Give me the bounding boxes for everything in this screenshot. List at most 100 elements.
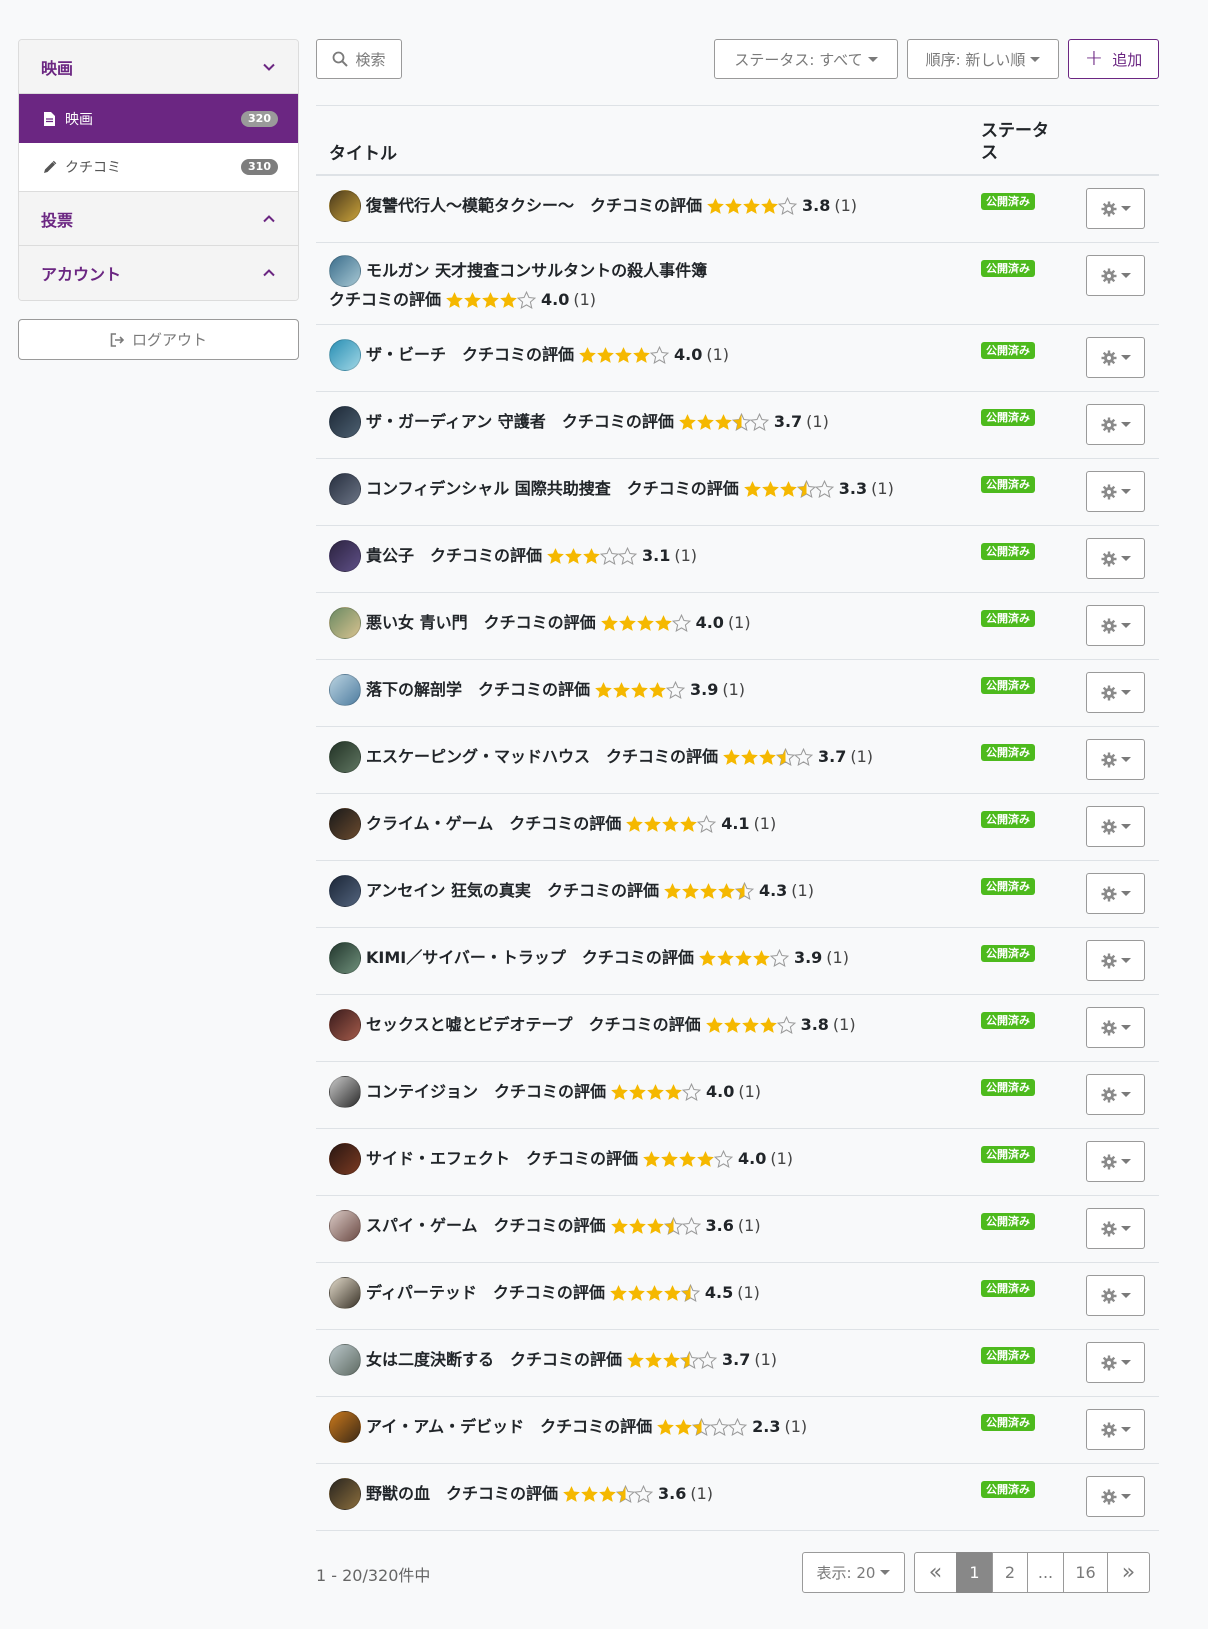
movie-poster-thumbnail[interactable] [329, 1344, 361, 1376]
movie-poster-thumbnail[interactable] [329, 190, 361, 222]
movie-title-link[interactable]: 野獣の血 [366, 1481, 430, 1507]
gear-icon [1101, 886, 1116, 901]
movie-poster-thumbnail[interactable] [329, 540, 361, 572]
row-actions-button[interactable] [1086, 1007, 1145, 1048]
movie-title-link[interactable]: アイ・アム・デビッド [366, 1414, 524, 1440]
movie-poster-thumbnail[interactable] [329, 1143, 361, 1175]
review-rating-label: クチコミの評価 [492, 1283, 605, 1302]
page-button-16[interactable]: 16 [1063, 1552, 1108, 1593]
movie-poster-thumbnail[interactable] [329, 1210, 361, 1242]
movie-title-link[interactable]: 貴公子 [366, 543, 414, 569]
movie-poster-thumbnail[interactable] [329, 406, 361, 438]
movie-title-link[interactable]: サイド・エフェクト [366, 1146, 510, 1172]
sidebar-item-reviews[interactable]: クチコミ 310 [19, 143, 298, 192]
sidebar-section-votes[interactable]: 投票 [19, 192, 298, 246]
title-cell: サイド・エフェクト クチコミの評価 4.0 (1) [329, 1143, 969, 1175]
movie-poster-thumbnail[interactable] [329, 255, 361, 287]
gear-icon [1101, 1020, 1116, 1035]
movie-poster-thumbnail[interactable] [329, 674, 361, 706]
table-row: 貴公子 クチコミの評価 3.1 (1) 公開済み [316, 526, 1159, 593]
movie-title-link[interactable]: 落下の解剖学 [366, 677, 462, 703]
row-actions-button[interactable] [1086, 672, 1145, 713]
movie-title-link[interactable]: ディパーテッド [366, 1280, 477, 1306]
row-actions-button[interactable] [1086, 538, 1145, 579]
row-actions-button[interactable] [1086, 873, 1145, 914]
movie-title-link[interactable]: セックスと嘘とビデオテープ [366, 1012, 573, 1038]
movie-title-link[interactable]: KIMI／サイバー・トラップ [366, 945, 566, 971]
sidebar-item-movies[interactable]: 映画 320 [19, 94, 298, 143]
row-actions-button[interactable] [1086, 337, 1145, 378]
star-filled-icon [547, 547, 564, 564]
star-rating [546, 546, 638, 566]
review-rating-label: クチコミの評価 [590, 196, 703, 215]
row-actions-button[interactable] [1086, 1342, 1145, 1383]
movie-title-link[interactable]: エスケーピング・マッドハウス [366, 744, 590, 770]
sidebar-section-account[interactable]: アカウント [19, 246, 298, 300]
star-filled-icon [707, 197, 724, 214]
search-button[interactable]: 検索 [316, 39, 402, 79]
row-actions-button[interactable] [1086, 605, 1145, 646]
star-filled-icon [714, 413, 732, 430]
row-actions-button[interactable] [1086, 940, 1145, 981]
movie-poster-thumbnail[interactable] [329, 1478, 361, 1510]
page-button-2[interactable]: 2 [992, 1552, 1028, 1593]
row-actions-button[interactable] [1086, 739, 1145, 780]
movie-poster-thumbnail[interactable] [329, 741, 361, 773]
per-page-dropdown[interactable]: 表示: 20 [802, 1552, 905, 1593]
movie-title-link[interactable]: スパイ・ゲーム [366, 1213, 478, 1239]
caret-down-icon [1120, 1159, 1131, 1164]
page-button-1[interactable]: 1 [956, 1552, 993, 1593]
movie-poster-thumbnail[interactable] [329, 1277, 361, 1309]
sidebar-section-movies[interactable]: 映画 [19, 40, 298, 94]
logout-button[interactable]: ログアウト [18, 319, 299, 360]
movie-title-link[interactable]: 復讐代行人〜模範タクシー〜 [366, 193, 574, 219]
row-actions-button[interactable] [1086, 806, 1145, 847]
row-actions-button[interactable] [1086, 1275, 1145, 1316]
movie-poster-thumbnail[interactable] [329, 1009, 361, 1041]
sort-order-dropdown[interactable]: 順序: 新しい順 [907, 39, 1059, 79]
review-count: (1) [806, 412, 829, 431]
star-empty-icon [682, 1082, 702, 1101]
page-first-button[interactable]: « [914, 1552, 957, 1593]
movie-title-link[interactable]: アンセイン 狂気の真実 [366, 878, 531, 904]
movie-title-link[interactable]: ザ・ガーディアン 守護者 [366, 409, 546, 435]
movie-title-link[interactable]: モルガン 天才捜査コンサルタントの殺人事件簿 [366, 258, 707, 284]
status-filter-dropdown[interactable]: ステータス: すべて [714, 39, 898, 79]
movie-poster-thumbnail[interactable] [329, 339, 361, 371]
star-filled-icon [464, 291, 481, 308]
row-actions-button[interactable] [1086, 404, 1145, 445]
status-badge: 公開済み [981, 1347, 1035, 1364]
movie-poster-thumbnail[interactable] [329, 942, 361, 974]
rating-score: 3.7 [722, 1350, 751, 1369]
movie-poster-thumbnail[interactable] [329, 1076, 361, 1108]
gear-icon [1101, 268, 1116, 283]
movie-title-link[interactable]: コンテイジョン [366, 1079, 478, 1105]
page-last-button[interactable]: » [1107, 1552, 1150, 1593]
review-rating-label: クチコミの評価 [483, 613, 596, 632]
movie-poster-thumbnail[interactable] [329, 607, 361, 639]
add-button[interactable]: + 追加 [1068, 39, 1159, 79]
row-actions-button[interactable] [1086, 1208, 1145, 1249]
row-actions-button[interactable] [1086, 471, 1145, 512]
row-actions-button[interactable] [1086, 1074, 1145, 1115]
movie-poster-thumbnail[interactable] [329, 473, 361, 505]
movie-poster-thumbnail[interactable] [329, 808, 361, 840]
column-header-title: タイトル [329, 144, 397, 164]
movie-title-link[interactable]: コンフィデンシャル 国際共助捜査 [366, 476, 611, 502]
status-badge: 公開済み [981, 677, 1035, 694]
review-rating-label: クチコミの評価 [462, 345, 575, 364]
movie-title-link[interactable]: クライム・ゲーム [366, 811, 493, 837]
row-actions-button[interactable] [1086, 1409, 1145, 1450]
movie-title-link[interactable]: 女は二度決断する [366, 1347, 494, 1373]
row-actions-button[interactable] [1086, 255, 1145, 296]
star-rating [678, 412, 769, 432]
movie-title-link[interactable]: ザ・ビーチ [366, 342, 446, 368]
movie-title-link[interactable]: 悪い女 青い門 [366, 610, 468, 636]
star-filled-icon [723, 1016, 741, 1033]
row-actions-button[interactable] [1086, 1476, 1145, 1517]
row-actions-button[interactable] [1086, 1141, 1145, 1182]
movie-poster-thumbnail[interactable] [329, 875, 361, 907]
row-actions-button[interactable] [1086, 188, 1145, 229]
title-cell: アンセイン 狂気の真実 クチコミの評価 4.3 (1) [329, 875, 969, 907]
movie-poster-thumbnail[interactable] [329, 1411, 361, 1443]
